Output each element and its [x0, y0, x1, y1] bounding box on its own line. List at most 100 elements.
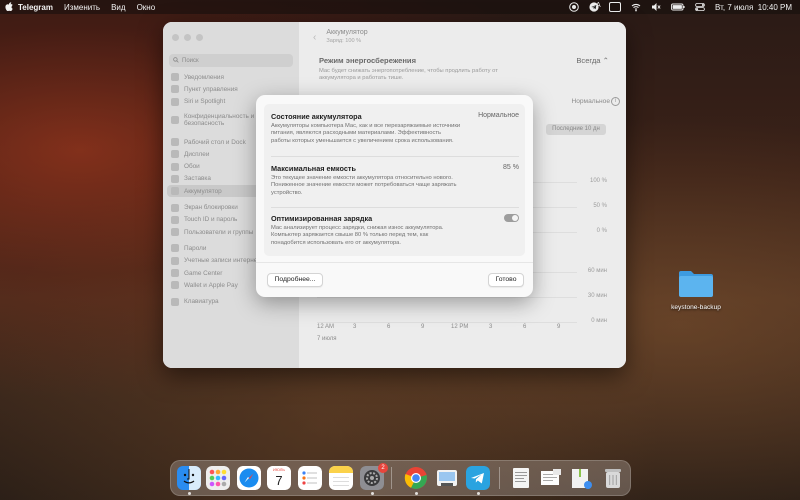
displays-icon — [171, 150, 179, 159]
y-tick-label: 0 % — [596, 228, 607, 234]
optimized-charging-title: Оптимизированная зарядка — [271, 214, 373, 223]
menu-bar: Telegram Изменить Вид Окно Вт, 7 июля 10… — [0, 0, 800, 14]
menu-window[interactable]: Окно — [137, 3, 156, 12]
battery-condition-value: Нормальное — [478, 112, 519, 119]
battery-health-group: Состояние аккумулятора Нормальное Аккуму… — [264, 104, 525, 256]
maximum-capacity-title: Максимальная емкость — [271, 164, 356, 173]
sidebar-item-label: Заставка — [184, 175, 211, 183]
y-tick-label: 30 мин — [587, 293, 607, 299]
wifi-icon[interactable] — [631, 2, 641, 12]
desktop-folder[interactable]: keystone-backup — [664, 268, 728, 311]
optimized-charging-section: Оптимизированная зарядка Mac анализирует… — [271, 214, 519, 247]
y-tick-label: 60 мин — [587, 268, 607, 274]
input-source-letter: A — [596, 2, 601, 9]
x-axis: 12 AM 3 6 9 12 PM 3 6 9 — [317, 324, 577, 334]
document-icon[interactable] — [509, 466, 533, 490]
content-header: ‹ Аккумулятор Заряд: 100 % — [299, 22, 626, 52]
sidebar-item-notifications[interactable]: Уведомления — [163, 71, 299, 83]
desktop-dock-icon — [171, 138, 179, 147]
sidebar-item-keyboard[interactable]: Клавиатура — [163, 295, 299, 307]
divider — [271, 207, 519, 208]
search-placeholder: Поиск — [182, 57, 199, 64]
reminders-icon[interactable] — [298, 466, 322, 490]
maximum-capacity-section: Максимальная емкость 85 % Это текущее зн… — [271, 164, 519, 197]
battery-icon[interactable] — [671, 2, 685, 12]
notes-icon[interactable] — [329, 466, 353, 490]
sidebar-item-label: Siri и Spotlight — [184, 98, 226, 106]
menu-clock[interactable]: Вт, 7 июля 10:40 PM — [715, 3, 792, 12]
apple-icon[interactable] — [0, 1, 18, 13]
menu-view[interactable]: Вид — [111, 3, 125, 12]
search-icon — [173, 56, 179, 65]
sidebar-search-field[interactable]: Поиск — [169, 54, 293, 67]
x-tick-label: 3 — [489, 324, 493, 330]
sidebar-item-label: Аккумулятор — [184, 187, 222, 195]
launchpad-icon[interactable] — [206, 466, 230, 490]
maximum-capacity-value: 85 % — [503, 164, 519, 171]
range-tab-last-10-days[interactable]: Последние 10 дн — [546, 124, 606, 135]
energy-mode-select[interactable]: Всегда ⌃ — [576, 56, 609, 65]
at-icon — [171, 256, 179, 265]
battery-icon — [171, 187, 179, 196]
finder-icon[interactable] — [177, 466, 201, 490]
screen-record-icon[interactable] — [569, 2, 579, 12]
folder-icon — [664, 268, 728, 298]
energy-mode-description: Mac будет снижать энергопотребление, что… — [319, 68, 498, 81]
sidebar-item-label: Пользователи и группы — [184, 228, 254, 236]
archive-icon[interactable] — [569, 466, 593, 490]
done-button[interactable]: Готово — [488, 273, 524, 287]
volume-muted-icon[interactable] — [651, 2, 661, 12]
x-tick-label: 6 — [523, 324, 527, 330]
safari-icon[interactable] — [237, 466, 261, 490]
x-tick-label: 12 AM — [317, 324, 335, 330]
y-tick-label: 50 % — [593, 203, 607, 209]
running-indicator — [371, 492, 374, 495]
input-source-icon[interactable] — [609, 2, 622, 12]
battery-health-sheet: Состояние аккумулятора Нормальное Аккуму… — [256, 95, 533, 297]
close-button[interactable] — [172, 33, 179, 41]
downloads-stack-icon[interactable] — [539, 466, 563, 490]
lock-icon — [171, 203, 179, 212]
x-tick-label: 9 — [421, 324, 425, 330]
trash-icon[interactable] — [601, 466, 625, 490]
game-center-icon — [171, 269, 179, 277]
users-icon — [171, 228, 179, 237]
dock: ИЮЛЬ 7 2 — [170, 460, 631, 496]
chart-date-label: 7 июля — [317, 336, 337, 342]
x-tick-label: 6 — [387, 324, 391, 330]
fingerprint-icon — [171, 215, 179, 224]
sidebar-item-label: Уведомления — [184, 73, 224, 81]
menu-edit[interactable]: Изменить — [64, 3, 100, 12]
calendar-icon[interactable]: ИЮЛЬ 7 — [267, 466, 291, 490]
control-center-icon[interactable] — [695, 2, 705, 12]
menu-app-name[interactable]: Telegram — [18, 3, 53, 12]
running-indicator — [477, 492, 480, 495]
optimized-charging-description: Mac анализирует процесс зарядки, снижая … — [271, 225, 444, 246]
battery-condition-section: Состояние аккумулятора Нормальное Аккуму… — [271, 112, 519, 145]
optimized-charging-toggle[interactable] — [504, 214, 519, 222]
telegram-icon[interactable] — [466, 466, 490, 490]
chevron-updown-icon: ⌃ — [602, 56, 609, 65]
minimize-button[interactable] — [184, 33, 191, 41]
sidebar-item-label: Touch ID и пароль — [184, 216, 238, 224]
back-chevron-icon[interactable]: ‹ — [313, 32, 316, 43]
sidebar-item-label: Пункт управления — [184, 85, 238, 93]
info-icon[interactable]: i — [611, 97, 620, 106]
notifications-icon — [171, 73, 179, 82]
notification-badge: 2 — [378, 463, 388, 473]
page-title-text: Аккумулятор — [326, 29, 368, 36]
chrome-icon[interactable] — [404, 466, 428, 490]
battery-condition-description: Аккумуляторы компьютера Mac, как и все п… — [271, 123, 461, 144]
screensaver-icon — [171, 174, 179, 183]
running-indicator — [415, 492, 418, 495]
sidebar-item-control-center[interactable]: Пункт управления — [163, 83, 299, 95]
running-indicator — [188, 492, 191, 495]
siri-icon — [171, 97, 179, 106]
energy-mode-row: Режим энергосбережения Всегда ⌃ Mac буде… — [319, 56, 609, 82]
more-info-button[interactable]: Подробнее... — [267, 273, 323, 287]
sidebar-item-label: Обои — [184, 163, 200, 171]
zoom-button[interactable] — [196, 33, 203, 41]
folder-label: keystone-backup — [671, 304, 721, 311]
page-title: Аккумулятор Заряд: 100 % — [326, 29, 367, 45]
preview-icon[interactable] — [435, 466, 459, 490]
